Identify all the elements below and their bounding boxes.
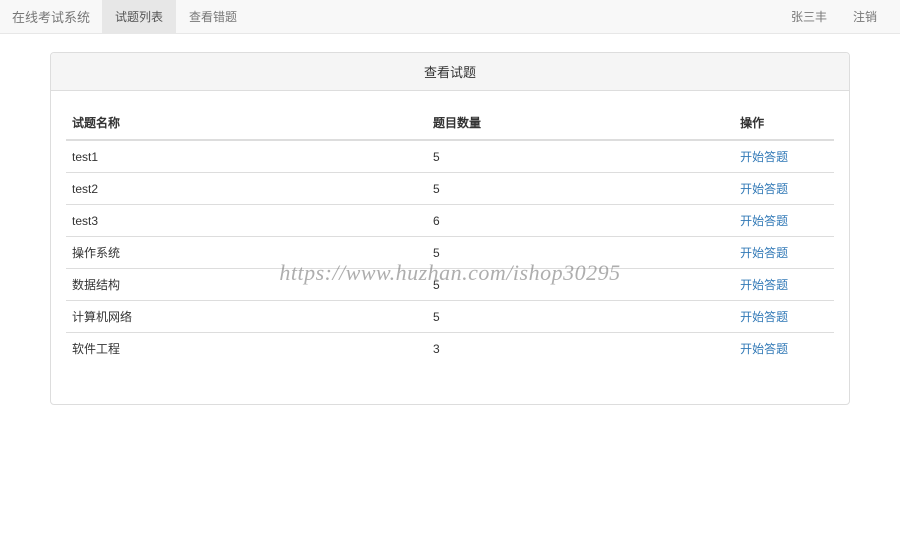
- nav-left: 试题列表查看错题: [102, 0, 250, 33]
- start-exam-link[interactable]: 开始答题: [740, 278, 788, 292]
- cell-count: 5: [427, 237, 734, 269]
- nav-right: 张三丰 注销: [778, 0, 890, 33]
- nav-spacer: [250, 0, 778, 33]
- cell-action: 开始答题: [734, 205, 834, 237]
- th-action: 操作: [734, 106, 834, 140]
- table-row: test25 开始答题: [66, 173, 834, 205]
- table-row: test36 开始答题: [66, 205, 834, 237]
- cell-count: 6: [427, 205, 734, 237]
- start-exam-link[interactable]: 开始答题: [740, 150, 788, 164]
- start-exam-link[interactable]: 开始答题: [740, 214, 788, 228]
- nav-item-0[interactable]: 试题列表: [102, 0, 176, 33]
- table-row: 计算机网络5 开始答题: [66, 301, 834, 333]
- cell-action: 开始答题: [734, 140, 834, 173]
- cell-count: 5: [427, 301, 734, 333]
- cell-action: 开始答题: [734, 269, 834, 301]
- panel-title: 查看试题: [51, 53, 849, 91]
- start-exam-link[interactable]: 开始答题: [740, 342, 788, 356]
- cell-name: test2: [66, 173, 427, 205]
- panel: 查看试题 试题名称 题目数量 操作 test15开始答题test25开始答题te…: [50, 52, 850, 405]
- cell-name: 软件工程: [66, 333, 427, 365]
- cell-count: 5: [427, 269, 734, 301]
- cell-count: 3: [427, 333, 734, 365]
- cell-action: 开始答题: [734, 237, 834, 269]
- th-count: 题目数量: [427, 106, 734, 140]
- table-row: 软件工程3 开始答题: [66, 333, 834, 365]
- exam-table: 试题名称 题目数量 操作 test15开始答题test25开始答题test36开…: [66, 106, 834, 364]
- nav-user[interactable]: 张三丰: [778, 0, 840, 33]
- nav-item-1[interactable]: 查看错题: [176, 0, 250, 33]
- cell-action: 开始答题: [734, 173, 834, 205]
- cell-action: 开始答题: [734, 333, 834, 365]
- cell-name: 操作系统: [66, 237, 427, 269]
- start-exam-link[interactable]: 开始答题: [740, 182, 788, 196]
- nav-logout[interactable]: 注销: [840, 0, 890, 33]
- cell-count: 5: [427, 173, 734, 205]
- table-row: test15 开始答题: [66, 140, 834, 173]
- table-row: 数据结构5 开始答题: [66, 269, 834, 301]
- navbar-brand: 在线考试系统: [0, 0, 102, 33]
- start-exam-link[interactable]: 开始答题: [740, 246, 788, 260]
- navbar: 在线考试系统 试题列表查看错题 张三丰 注销: [0, 0, 900, 34]
- cell-name: test3: [66, 205, 427, 237]
- cell-name: 数据结构: [66, 269, 427, 301]
- cell-name: test1: [66, 140, 427, 173]
- cell-action: 开始答题: [734, 301, 834, 333]
- table-row: 操作系统5 开始答题: [66, 237, 834, 269]
- cell-name: 计算机网络: [66, 301, 427, 333]
- table-header-row: 试题名称 题目数量 操作: [66, 106, 834, 140]
- cell-count: 5: [427, 140, 734, 173]
- panel-body: 试题名称 题目数量 操作 test15开始答题test25开始答题test36开…: [51, 91, 849, 404]
- th-name: 试题名称: [66, 106, 427, 140]
- start-exam-link[interactable]: 开始答题: [740, 310, 788, 324]
